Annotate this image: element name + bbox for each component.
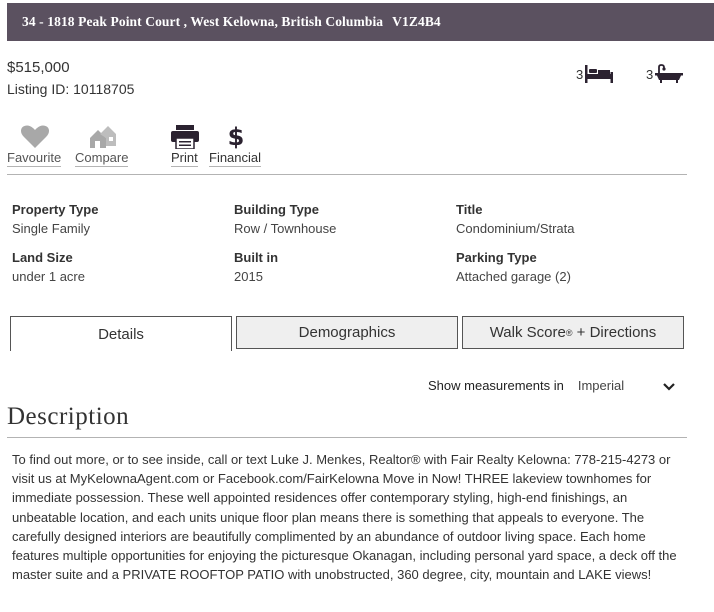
parking-type: Parking Type Attached garage (2) [456,250,571,284]
listing-id: Listing ID: 10118705 [7,81,135,97]
printer-icon [171,125,199,149]
tab-demographics-label: Demographics [298,324,396,341]
bathrooms-feature: 3 [646,64,684,84]
measurement-select[interactable]: Imperial [578,378,624,393]
listing-price: $515,000 [7,59,70,76]
print-label[interactable]: Print [171,150,198,167]
bedrooms-count: 3 [576,66,584,82]
compare-label[interactable]: Compare [75,150,129,167]
built-in-label: Built in [234,250,279,265]
parking-type-value: Attached garage (2) [456,269,571,284]
listing-tabs: Details Demographics Walk Score ® + Direc… [10,316,686,351]
land-size-value: under 1 acre [12,269,85,284]
registered-mark: ® [565,327,573,338]
tab-details[interactable]: Details [10,316,232,351]
tab-walk-score-suffix: + Directions [572,324,657,341]
tab-walk-score-label: Walk Score [489,324,566,341]
measurement-selector: Show measurements in Imperial [428,378,675,393]
address-bar: 34 - 1818 Peak Point Court , West Kelown… [7,3,714,41]
property-type-label: Property Type [12,202,99,217]
built-in: Built in 2015 [234,250,278,284]
dollar-icon: $ [227,123,245,151]
property-type-value: Single Family [12,221,91,236]
description-title: Description [7,403,130,430]
land-size-label: Land Size [12,250,73,265]
title-value: Condominium/Strata [456,221,575,236]
property-type: Property Type Single Family [12,202,98,236]
address-text: 34 - 1818 Peak Point Court , West Kelown… [22,14,384,29]
houses-icon [89,125,117,149]
bathrooms-count: 3 [646,66,654,82]
title-label: Title [456,202,483,217]
description-body: To find out more, or to see inside, call… [12,452,677,583]
bathtub-icon [654,64,684,84]
built-in-value: 2015 [234,269,263,284]
chevron-down-icon[interactable] [662,380,676,395]
title-type: Title Condominium/Strata [456,202,575,236]
financial-label[interactable]: Financial [209,150,262,167]
tab-details-label: Details [98,325,144,343]
bed-icon [584,64,614,84]
parking-type-label: Parking Type [456,250,537,265]
heart-icon [21,125,49,149]
measurement-label: Show measurements in [428,378,564,393]
favourite-label[interactable]: Favourite [7,150,62,167]
section-divider [7,174,687,175]
building-type: Building Type Row / Townhouse [234,202,336,236]
building-type-label: Building Type [234,202,319,217]
tab-walk-score[interactable]: Walk Score ® + Directions [462,316,684,349]
land-size: Land Size under 1 acre [12,250,85,284]
bedrooms-feature: 3 [576,64,614,84]
tab-demographics[interactable]: Demographics [236,316,458,349]
postal-code: V1Z4B4 [392,14,441,29]
description-divider [7,437,687,438]
building-type-value: Row / Townhouse [234,221,337,236]
